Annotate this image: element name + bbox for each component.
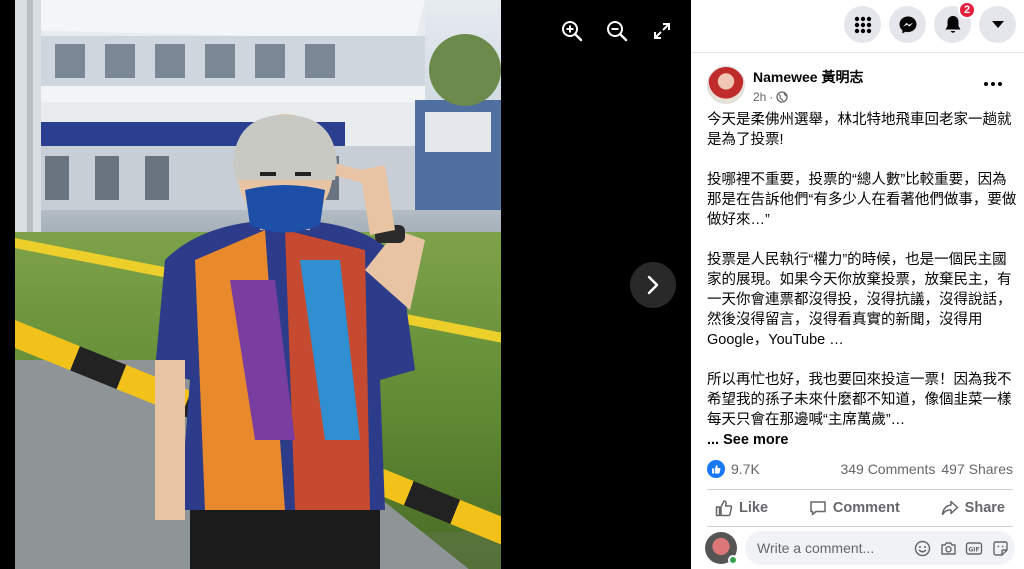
see-more-link[interactable]: ... See more [707,430,1019,450]
post-panel: 2 Namewee 黃明志 2h · 今天是柔佛州選舉，林北特地飛車回老家一趟就… [691,0,1024,569]
like-label: Like [739,500,769,516]
share-label: Share [964,500,1005,516]
sticker-button[interactable] [991,539,1009,557]
comment-icon [810,501,826,516]
notifications-button[interactable]: 2 [934,1,976,43]
chevron-right-icon [647,275,659,295]
divider [707,489,1013,490]
online-status-dot [728,555,738,565]
divider [691,52,1024,53]
top-navigation: 2 [844,1,1016,43]
comment-button[interactable]: Comment [801,493,908,523]
reaction-count[interactable]: 9.7K [731,461,760,477]
share-button[interactable]: Share [933,493,1013,523]
zoom-out-icon [607,21,628,42]
photo-viewer [0,0,691,569]
like-button[interactable]: Like [707,493,776,523]
emoji-icon [914,540,930,556]
author-name[interactable]: Namewee 黃明志 [753,67,863,87]
messenger-icon [899,16,916,33]
share-count[interactable]: 497 Shares [941,461,1013,477]
comment-tools: GIF [913,539,1009,557]
photo-person [155,114,425,569]
thumbs-up-icon [715,500,733,517]
post-paragraph: 投票是人民執行“權力”的時候，也是一個民主國家的展現。如果今天你放棄投票，放棄民… [707,252,1012,348]
author-avatar[interactable] [707,66,745,104]
camera-button[interactable] [939,539,957,557]
more-horizontal-icon [984,82,1002,86]
menu-button[interactable] [844,6,881,43]
post-paragraph: 所以再忙也好，我也要回來投這一票！因為我不希望我的孫子未來什麼都不知道，像個韭菜… [707,372,1012,428]
notification-count-badge: 2 [958,1,976,19]
caret-down-icon [991,20,1004,28]
zoom-out-button[interactable] [602,16,632,46]
emoji-button[interactable] [913,539,931,557]
like-reaction-icon [707,460,725,478]
post-author: Namewee 黃明志 2h · [707,66,863,104]
zoom-in-icon [562,21,583,42]
gif-icon: GIF [965,541,983,555]
current-user-avatar[interactable] [705,532,738,565]
post-photo[interactable] [15,0,501,569]
grid-menu-icon [854,16,871,33]
post-options-button[interactable] [978,72,1008,96]
globe-icon [776,90,789,103]
comment-label: Comment [832,500,900,516]
post-body: 今天是柔佛州選舉，林北特地飛車回老家一趟就是為了投票! 投哪裡不重要，投票的“總… [707,110,1019,450]
post-stats: 9.7K 349 Comments 497 Shares [707,460,1013,478]
post-actions: Like Comment Share [707,493,1013,523]
comment-composer: GIF [705,531,1015,565]
divider [707,526,1013,527]
post-timestamp: 2h · [753,90,863,104]
post-time[interactable]: 2h [753,90,766,104]
post-paragraph: 今天是柔佛州選舉，林北特地飛車回老家一趟就是為了投票! [707,112,1012,148]
gif-button[interactable]: GIF [965,539,983,557]
bell-icon [945,15,960,33]
comment-input-wrapper[interactable]: GIF [745,531,1015,565]
comment-input[interactable] [757,540,877,556]
share-icon [941,500,958,516]
next-photo-button[interactable] [630,262,676,308]
account-button[interactable] [979,6,1016,43]
svg-text:GIF: GIF [968,546,979,553]
zoom-in-button[interactable] [557,16,587,46]
sticker-icon [992,540,1008,556]
camera-icon [940,541,956,555]
messenger-button[interactable] [889,6,926,43]
fullscreen-button[interactable] [647,16,677,46]
comment-count[interactable]: 349 Comments [840,461,935,477]
post-paragraph: 投哪裡不重要，投票的“總人數”比較重要，因為那是在告訴他們“有多少人在看著他們做… [707,172,1017,228]
expand-icon [654,23,670,39]
